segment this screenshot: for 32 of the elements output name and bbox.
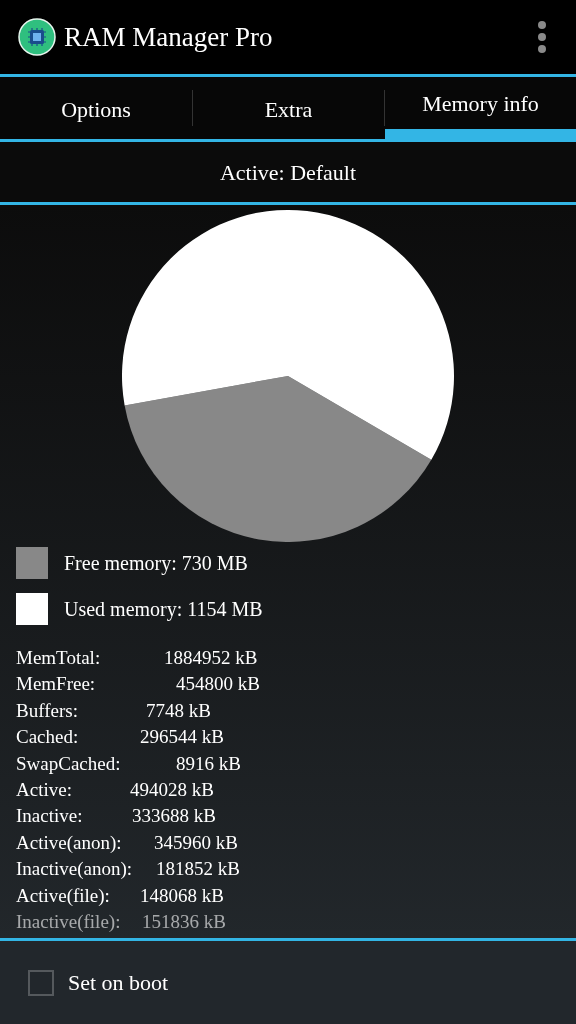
meminfo-value: 345960 kB: [154, 830, 238, 855]
meminfo-label: Buffers:: [16, 698, 78, 723]
meminfo-label: Inactive(file):: [16, 910, 121, 935]
meminfo-value: 181852 kB: [156, 857, 240, 882]
meminfo-label: Active:: [16, 778, 72, 803]
checkbox[interactable]: [28, 969, 54, 996]
meminfo-value: 148068 kB: [140, 883, 224, 908]
tab[interactable]: Extra: [193, 77, 384, 139]
meminfo-value: 151836 kB: [142, 910, 226, 935]
legend-label: Used memory: 1154 MB: [64, 597, 263, 623]
meminfo-value: 454800 kB: [176, 672, 260, 697]
meminfo-value: 1884952 kB: [164, 646, 258, 670]
meminfo-label: Inactive(anon):: [16, 857, 133, 882]
meminfo-label: Cached:: [16, 725, 79, 750]
chip-icon: [18, 18, 56, 56]
meminfo-value: 333688 kB: [132, 804, 216, 829]
tab[interactable]: Options: [0, 77, 192, 139]
meminfo-label: MemTotal:: [16, 646, 101, 670]
meminfo-label: Active(file):: [16, 883, 110, 908]
overflow-menu-icon[interactable]: [536, 19, 548, 55]
meminfo-value: 494028 kB: [130, 778, 214, 803]
set-on-boot-label: Set on boot: [68, 969, 169, 997]
profile-label: Active: Default: [0, 142, 576, 202]
app-title: RAM Manager Pro: [64, 20, 273, 54]
meminfo-label: MemFree:: [16, 672, 96, 697]
meminfo-label: Active(anon):: [16, 830, 122, 855]
meminfo-value: 7748 kB: [146, 698, 211, 723]
meminfo-value: 8916 kB: [176, 751, 241, 776]
legend-label: Free memory: 730 MB: [64, 551, 248, 577]
meminfo-label: SwapCached:: [16, 751, 121, 776]
meminfo-value: 296544 kB: [140, 725, 224, 750]
meminfo-label: Inactive:: [16, 804, 83, 829]
